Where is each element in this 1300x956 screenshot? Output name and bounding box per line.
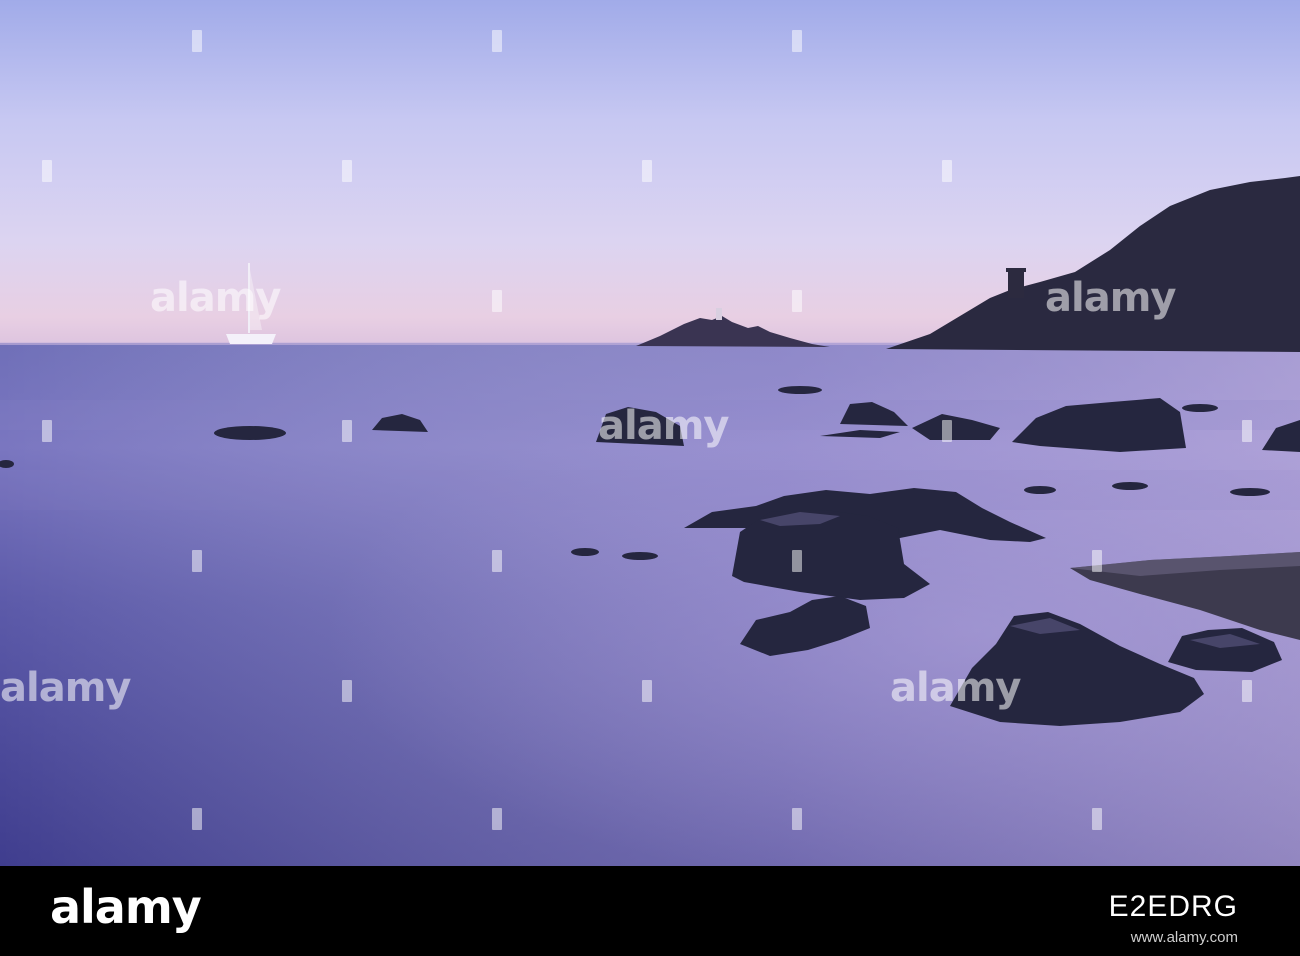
image-id-label: E2EDRG xyxy=(1108,890,1238,923)
watermark-mark xyxy=(342,680,352,702)
watermark-mark xyxy=(342,420,352,442)
watermark-mark xyxy=(342,160,352,182)
watermark-text: alamy xyxy=(150,275,281,321)
watermark-mark xyxy=(792,290,802,312)
watermark-text: alamy xyxy=(0,665,131,711)
watermark-mark xyxy=(642,160,652,182)
watermark-mark xyxy=(942,420,952,442)
watermark-mark xyxy=(42,420,52,442)
watermark-mark xyxy=(642,680,652,702)
watermark-text: alamy xyxy=(1045,275,1176,321)
watermark-mark xyxy=(1242,420,1252,442)
watermark-mark xyxy=(1242,680,1252,702)
watermark-mark xyxy=(42,160,52,182)
watermark-mark xyxy=(942,160,952,182)
alamy-logo[interactable]: alamy xyxy=(50,884,202,930)
watermark-mark xyxy=(192,30,202,52)
coastal-sunset-photo: alamy alamy alamy alamy alamy xyxy=(0,0,1300,866)
watermark-text: alamy xyxy=(598,403,729,449)
watermark-mark xyxy=(492,30,502,52)
watermark-mark xyxy=(492,550,502,572)
watermark-mark xyxy=(192,808,202,830)
watermark-mark xyxy=(792,550,802,572)
watermark-mark xyxy=(1092,550,1102,572)
watermark-mark xyxy=(492,290,502,312)
watermark-mark xyxy=(192,550,202,572)
watermark-mark xyxy=(1092,808,1102,830)
stock-footer-bar: alamy E2EDRG www.alamy.com xyxy=(0,866,1300,956)
stock-photo-frame: alamy alamy alamy alamy alamy alamy E2ED… xyxy=(0,0,1300,956)
watermark-mark xyxy=(792,808,802,830)
watermark-text: alamy xyxy=(890,665,1021,711)
site-url-label[interactable]: www.alamy.com xyxy=(1131,930,1238,945)
watermark-mark xyxy=(792,30,802,52)
watermark-mark xyxy=(492,808,502,830)
